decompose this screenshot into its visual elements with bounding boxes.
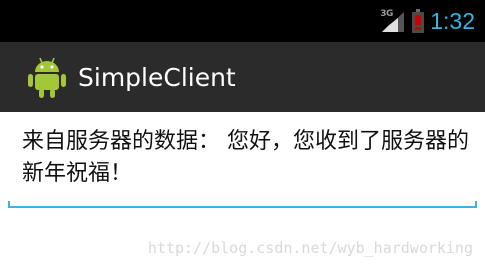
app-title: SimpleClient xyxy=(78,62,236,92)
watermark-url: http://blog.csdn.net/wyb_hardworking xyxy=(147,239,473,257)
status-bar: 3G 1:32 xyxy=(0,0,485,42)
text-field-left-tick xyxy=(8,201,10,208)
action-bar: SimpleClient xyxy=(0,42,485,112)
status-clock: 1:32 xyxy=(430,7,475,34)
response-text-value[interactable]: 来自服务器的数据： 您好，您收到了服务器的新年祝福！ xyxy=(22,126,472,190)
text-field-right-tick xyxy=(475,201,477,208)
battery-low-icon xyxy=(412,9,425,33)
signal-bars-icon: 3G xyxy=(380,8,406,34)
response-text-field[interactable]: 来自服务器的数据： 您好，您收到了服务器的新年祝福！ xyxy=(8,122,477,208)
text-field-underline xyxy=(8,206,477,208)
android-robot-icon[interactable] xyxy=(28,55,66,99)
status-icons: 3G 1:32 xyxy=(380,0,475,42)
